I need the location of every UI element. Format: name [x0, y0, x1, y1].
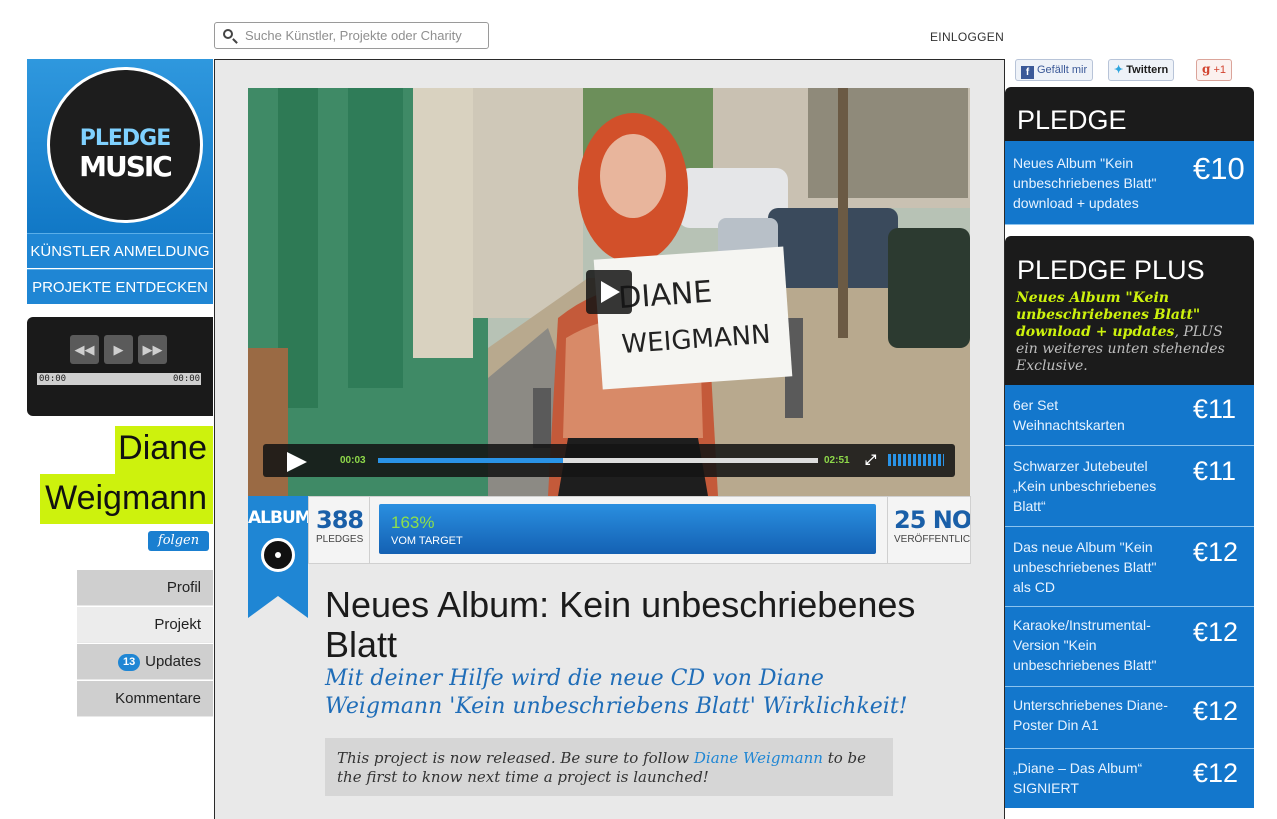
tier-description: Das neue Album "Kein unbeschriebenes Bla… [1013, 539, 1157, 595]
video-play-icon[interactable] [586, 270, 632, 314]
pledges-label: PLEDGES [316, 534, 364, 545]
rewind-button[interactable]: ◀◀ [70, 335, 99, 364]
pledge-plus-description: Neues Album "Kein unbeschriebenes Blatt"… [1016, 290, 1248, 375]
tier-price: €12 [1193, 617, 1239, 647]
pledgemusic-logo[interactable]: PLEDGE MUSIC [27, 59, 213, 233]
project-subtitle: Mit deiner Hilfe wird die neue CD von Di… [325, 666, 908, 719]
tab-updates-label: Updates [145, 653, 201, 670]
video-seek-fill [378, 458, 563, 463]
pledges-count: 388 [316, 506, 364, 534]
artist-last-name: Weigmann [45, 479, 207, 517]
twitter-bird-icon: ✦ [1114, 64, 1124, 76]
tier-price: €11 [1193, 394, 1237, 424]
vinyl-logo-icon: PLEDGE MUSIC [47, 67, 203, 223]
pledge-plus-tier[interactable]: Schwarzer Jutebeutel „Kein unbeschrieben… [1005, 446, 1254, 527]
facebook-like-label: Gefällt mir [1037, 64, 1088, 76]
video-elapsed-time: 00:03 [340, 455, 366, 466]
search-input[interactable] [245, 26, 485, 45]
release-date-label: VERÖFFENTLIC [894, 534, 970, 545]
release-date-stat: 25 NOV VERÖFFENTLIC [894, 506, 970, 545]
updates-count-badge: 13 [118, 654, 141, 671]
tier-description: Karaoke/Instrumental-Version "Kein unbes… [1013, 617, 1157, 673]
pledge-plus-tier[interactable]: „Diane – Das Album“ SIGNIERT €12 [1005, 749, 1254, 808]
search-icon [223, 29, 233, 39]
search-box[interactable] [214, 22, 489, 49]
discover-projects-link[interactable]: PROJEKTE ENTDECKEN [27, 269, 213, 304]
twitter-button[interactable]: ✦ Twittern [1108, 59, 1175, 81]
login-link[interactable]: EINLOGGEN [930, 30, 1004, 44]
follow-button[interactable]: folgen [148, 531, 209, 551]
pledge-plus-heading: PLEDGE PLUS [1017, 255, 1205, 285]
tier-price: €12 [1193, 758, 1239, 788]
tier-description: Schwarzer Jutebeutel „Kein unbeschrieben… [1013, 458, 1157, 514]
twitter-label: Twittern [1126, 64, 1169, 76]
pledge-plus-tier[interactable]: 6er Set Weihnachtskarten €11 [1005, 385, 1254, 446]
tab-profile[interactable]: Profil [77, 570, 213, 606]
pledge-tier-description: Neues Album "Kein unbeschriebenes Blatt"… [1013, 155, 1157, 211]
pledge-tier[interactable]: Neues Album "Kein unbeschriebenes Blatt"… [1005, 141, 1254, 225]
project-title: Neues Album: Kein unbeschriebenes Blatt [325, 584, 916, 665]
tier-description: „Diane – Das Album“ SIGNIERT [1013, 760, 1143, 796]
pledge-heading: PLEDGE [1017, 105, 1127, 135]
facebook-like-button[interactable]: f Gefällt mir [1015, 59, 1094, 81]
tier-description: 6er Set Weihnachtskarten [1013, 397, 1125, 433]
artist-first-name: Diane [118, 429, 207, 467]
project-released-notice: This project is now released. Be sure to… [325, 738, 893, 796]
tab-comments[interactable]: Kommentare [77, 681, 213, 717]
album-badge-label: ALBUM [248, 508, 311, 528]
google-plus-label: +1 [1213, 64, 1226, 76]
audio-time-start: 00:00 [39, 374, 67, 384]
pledge-header: PLEDGE [1005, 87, 1254, 141]
google-plus-icon: g [1202, 62, 1211, 76]
video-control-play-icon[interactable] [287, 452, 307, 472]
pledge-plus-tier[interactable]: Unterschriebenes Diane- Poster Din A1 €1… [1005, 687, 1254, 749]
pledge-plus-tier[interactable]: Karaoke/Instrumental-Version "Kein unbes… [1005, 607, 1254, 687]
logo-text-pledge: PLEDGE [79, 126, 172, 151]
video-duration: 02:51 [824, 455, 850, 466]
notice-text: This project is now released. Be sure to… [337, 749, 694, 767]
release-date: 25 NOV [894, 506, 970, 534]
pledges-stat: 388 PLEDGES [316, 506, 364, 545]
funding-progress: 163% VOM TARGET [379, 504, 876, 554]
stats-divider [887, 496, 888, 564]
tier-price: €12 [1193, 537, 1239, 567]
disc-icon [261, 538, 295, 572]
pledge-plus-tier[interactable]: Das neue Album "Kein unbeschriebenes Bla… [1005, 527, 1254, 607]
tab-project[interactable]: Projekt [77, 607, 213, 643]
logo-text-music: MUSIC [79, 150, 173, 183]
volume-bar[interactable] [888, 454, 944, 466]
artist-signup-link[interactable]: KÜNSTLER ANMELDUNG [27, 233, 213, 268]
audio-time-end: 00:00 [173, 374, 201, 384]
video-seek-bar[interactable] [378, 458, 818, 463]
artist-follow-link[interactable]: Diane Weigmann [694, 749, 823, 767]
funding-percent: 163% [391, 513, 435, 532]
video-controls: 00:03 02:51 ⤢ [263, 444, 955, 477]
funding-percent-label: VOM TARGET [391, 535, 463, 547]
pledge-tier-price: €10 [1193, 151, 1245, 186]
forward-button[interactable]: ▶▶ [138, 335, 167, 364]
tier-price: €11 [1193, 456, 1237, 486]
google-plus-button[interactable]: g +1 [1196, 59, 1232, 81]
fullscreen-icon[interactable]: ⤢ [865, 452, 876, 468]
audio-player: ◀◀ ▶ ▶▶ 00:00 00:00 [27, 317, 213, 416]
stats-divider [369, 496, 370, 564]
artist-name-highlight: Diane [115, 426, 213, 474]
tier-description: Unterschriebenes Diane- Poster Din A1 [1013, 697, 1168, 733]
artist-name-highlight: Weigmann [40, 474, 213, 524]
facebook-icon: f [1021, 66, 1034, 79]
tier-price: €12 [1193, 696, 1239, 726]
tab-updates[interactable]: 13 Updates [77, 644, 213, 680]
pledge-plus-highlight: Neues Album "Kein unbeschriebenes Blatt"… [1016, 290, 1201, 340]
play-button[interactable]: ▶ [104, 335, 133, 364]
pledge-plus-header: PLEDGE PLUS Neues Album "Kein unbeschrie… [1005, 236, 1254, 385]
